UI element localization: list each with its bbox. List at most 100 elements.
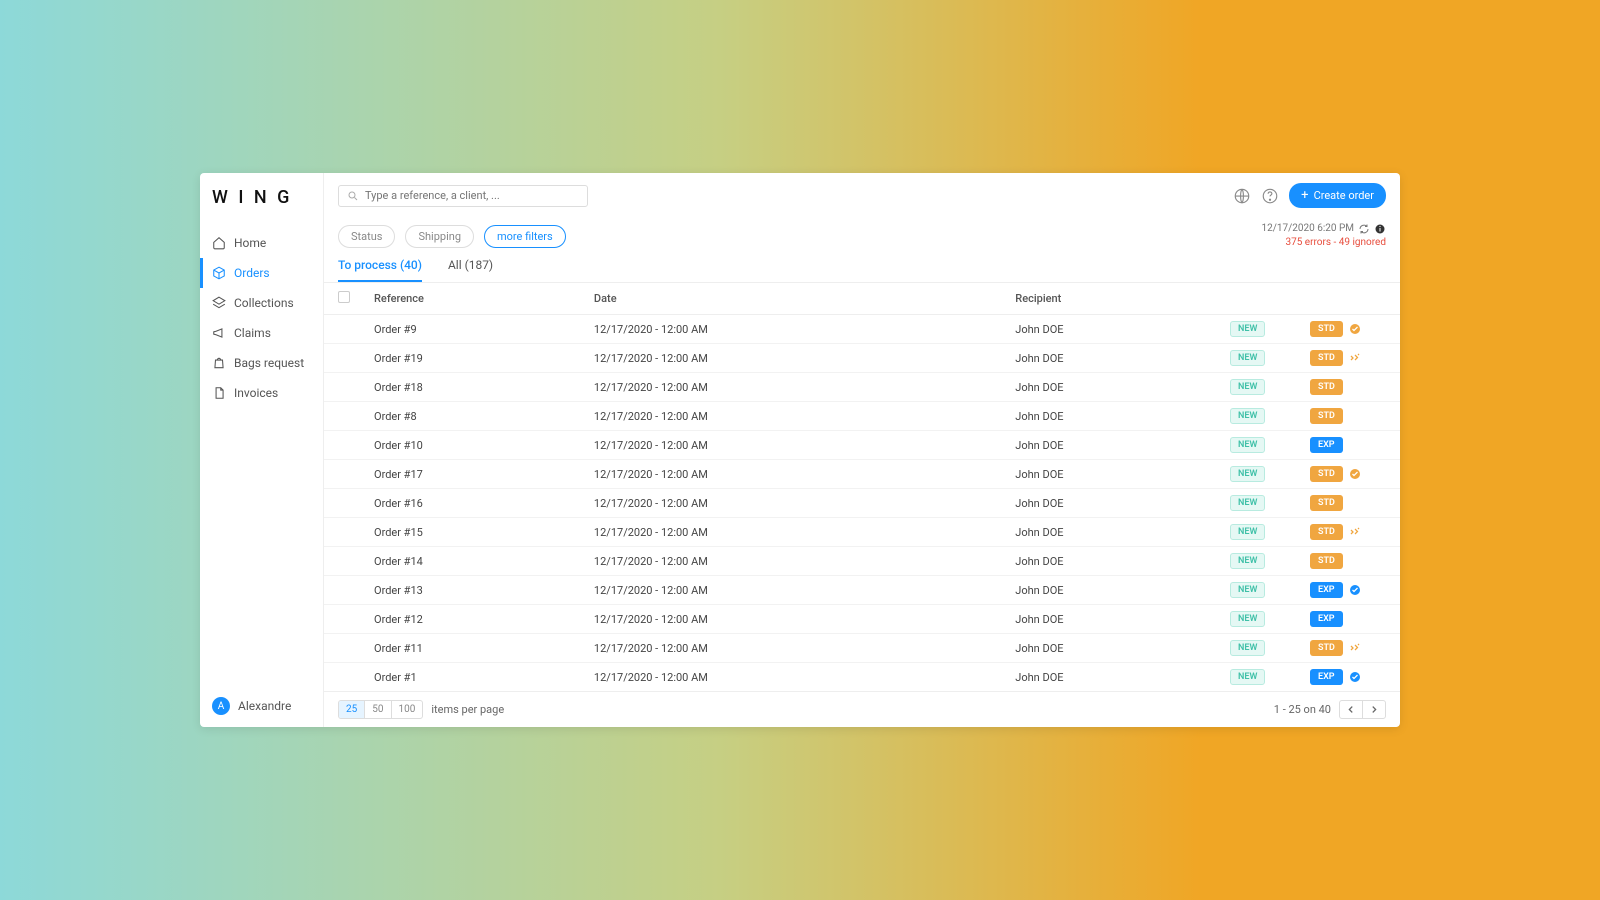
cell-reference: Order #18 bbox=[364, 373, 584, 402]
sidebar-item-collections[interactable]: Collections bbox=[200, 288, 323, 318]
shipping-badge: STD bbox=[1310, 524, 1343, 540]
squiggle-icon bbox=[1349, 642, 1361, 654]
sidebar-item-orders[interactable]: Orders bbox=[200, 258, 323, 288]
sidebar-item-label: Collections bbox=[234, 296, 294, 310]
sync-time: 12/17/2020 6:20 PM bbox=[1262, 222, 1355, 236]
cell-recipient: John DOE bbox=[1005, 402, 1220, 431]
cell-reference: Order #19 bbox=[364, 344, 584, 373]
table-row[interactable]: Order #112/17/2020 - 12:00 AMJohn DOENEW… bbox=[324, 663, 1400, 692]
bag-icon bbox=[212, 356, 226, 370]
status-badge: NEW bbox=[1230, 408, 1265, 424]
sidebar-item-claims[interactable]: Claims bbox=[200, 318, 323, 348]
table-row[interactable]: Order #1712/17/2020 - 12:00 AMJohn DOENE… bbox=[324, 460, 1400, 489]
shipping-badge: STD bbox=[1310, 321, 1343, 337]
info-icon[interactable] bbox=[1374, 223, 1386, 235]
cell-recipient: John DOE bbox=[1005, 489, 1220, 518]
shipping-badge: STD bbox=[1310, 640, 1343, 656]
sync-errors: 375 errors - 49 ignored bbox=[1262, 236, 1387, 250]
cell-reference: Order #15 bbox=[364, 518, 584, 547]
cell-reference: Order #12 bbox=[364, 605, 584, 634]
sidebar-item-home[interactable]: Home bbox=[200, 228, 323, 258]
cell-reference: Order #9 bbox=[364, 315, 584, 344]
sidebar-item-label: Bags request bbox=[234, 356, 304, 370]
page-size-selector[interactable]: 25 50 100 bbox=[338, 700, 423, 719]
prev-page-button[interactable] bbox=[1340, 701, 1362, 718]
filter-status[interactable]: Status bbox=[338, 225, 395, 248]
home-icon bbox=[212, 236, 226, 250]
shipping-badge: STD bbox=[1310, 408, 1343, 424]
create-order-button[interactable]: + Create order bbox=[1289, 183, 1386, 208]
shipping-badge: STD bbox=[1310, 495, 1343, 511]
squiggle-icon bbox=[1349, 526, 1361, 538]
table-row[interactable]: Order #1412/17/2020 - 12:00 AMJohn DOENE… bbox=[324, 547, 1400, 576]
help-icon[interactable] bbox=[1261, 187, 1279, 205]
table-row[interactable]: Order #1212/17/2020 - 12:00 AMJohn DOENE… bbox=[324, 605, 1400, 634]
tab-to-process[interactable]: To process (40) bbox=[338, 258, 422, 282]
cell-reference: Order #1 bbox=[364, 663, 584, 692]
table-row[interactable]: Order #1012/17/2020 - 12:00 AMJohn DOENE… bbox=[324, 431, 1400, 460]
table-row[interactable]: Order #1112/17/2020 - 12:00 AMJohn DOENE… bbox=[324, 634, 1400, 663]
filter-shipping[interactable]: Shipping bbox=[405, 225, 474, 248]
status-badge: NEW bbox=[1230, 321, 1265, 337]
shipping-badge: EXP bbox=[1310, 582, 1343, 598]
cell-date: 12/17/2020 - 12:00 AM bbox=[584, 460, 1005, 489]
cell-reference: Order #11 bbox=[364, 634, 584, 663]
status-badge: NEW bbox=[1230, 437, 1265, 453]
table-row[interactable]: Order #1312/17/2020 - 12:00 AMJohn DOENE… bbox=[324, 576, 1400, 605]
cell-date: 12/17/2020 - 12:00 AM bbox=[584, 547, 1005, 576]
sidebar-item-bags-request[interactable]: Bags request bbox=[200, 348, 323, 378]
status-badge: NEW bbox=[1230, 524, 1265, 540]
select-all-checkbox[interactable] bbox=[338, 291, 350, 303]
status-badge: NEW bbox=[1230, 553, 1265, 569]
shipping-badge: STD bbox=[1310, 350, 1343, 366]
page-size-25[interactable]: 25 bbox=[339, 701, 364, 718]
box-icon bbox=[212, 266, 226, 280]
table-row[interactable]: Order #1612/17/2020 - 12:00 AMJohn DOENE… bbox=[324, 489, 1400, 518]
shipping-badge: STD bbox=[1310, 466, 1343, 482]
refresh-icon[interactable] bbox=[1358, 223, 1370, 235]
next-page-button[interactable] bbox=[1362, 701, 1385, 718]
cell-date: 12/17/2020 - 12:00 AM bbox=[584, 663, 1005, 692]
search-input[interactable] bbox=[338, 185, 588, 207]
table-row[interactable]: Order #1512/17/2020 - 12:00 AMJohn DOE NE… bbox=[324, 518, 1400, 547]
status-badge: NEW bbox=[1230, 466, 1265, 482]
shipping-badge: EXP bbox=[1310, 669, 1343, 685]
status-badge: NEW bbox=[1230, 379, 1265, 395]
table-row[interactable]: Order #1912/17/2020 - 12:00 AMJohn DOENE… bbox=[324, 344, 1400, 373]
cell-reference: Order #14 bbox=[364, 547, 584, 576]
user-info[interactable]: A Alexandre bbox=[200, 685, 323, 727]
table-row[interactable]: Order #1812/17/2020 - 12:00 AMJohn DOENE… bbox=[324, 373, 1400, 402]
shipping-badge: STD bbox=[1310, 553, 1343, 569]
col-reference[interactable]: Reference bbox=[364, 283, 584, 315]
table-row[interactable]: Order #812/17/2020 - 12:00 AMJohn DOENEW… bbox=[324, 402, 1400, 431]
logo: W I N G bbox=[200, 173, 323, 216]
status-badge: NEW bbox=[1230, 640, 1265, 656]
search-field[interactable] bbox=[365, 189, 579, 202]
globe-icon[interactable] bbox=[1233, 187, 1251, 205]
sidebar-item-label: Home bbox=[234, 236, 266, 250]
page-size-50[interactable]: 50 bbox=[364, 701, 390, 718]
cell-date: 12/17/2020 - 12:00 AM bbox=[584, 605, 1005, 634]
plus-icon: + bbox=[1301, 189, 1308, 202]
cell-date: 12/17/2020 - 12:00 AM bbox=[584, 518, 1005, 547]
sidebar-item-label: Orders bbox=[234, 266, 270, 280]
check-orange-icon bbox=[1349, 323, 1361, 335]
tab-all[interactable]: All (187) bbox=[448, 258, 493, 282]
table-row[interactable]: Order #912/17/2020 - 12:00 AMJohn DOENEW… bbox=[324, 315, 1400, 344]
filter-more[interactable]: more filters bbox=[484, 225, 566, 248]
page-size-100[interactable]: 100 bbox=[391, 701, 423, 718]
page-size-label: items per page bbox=[431, 703, 504, 716]
col-recipient[interactable]: Recipient bbox=[1005, 283, 1220, 315]
file-icon bbox=[212, 386, 226, 400]
check-orange-icon bbox=[1349, 468, 1361, 480]
shipping-badge: EXP bbox=[1310, 611, 1343, 627]
cell-recipient: John DOE bbox=[1005, 315, 1220, 344]
shipping-badge: STD bbox=[1310, 379, 1343, 395]
cell-date: 12/17/2020 - 12:00 AM bbox=[584, 576, 1005, 605]
cell-recipient: John DOE bbox=[1005, 373, 1220, 402]
cell-recipient: John DOE bbox=[1005, 431, 1220, 460]
col-date[interactable]: Date bbox=[584, 283, 1005, 315]
cell-recipient: John DOE bbox=[1005, 518, 1220, 547]
check-blue-icon bbox=[1349, 584, 1361, 596]
sidebar-item-invoices[interactable]: Invoices bbox=[200, 378, 323, 408]
